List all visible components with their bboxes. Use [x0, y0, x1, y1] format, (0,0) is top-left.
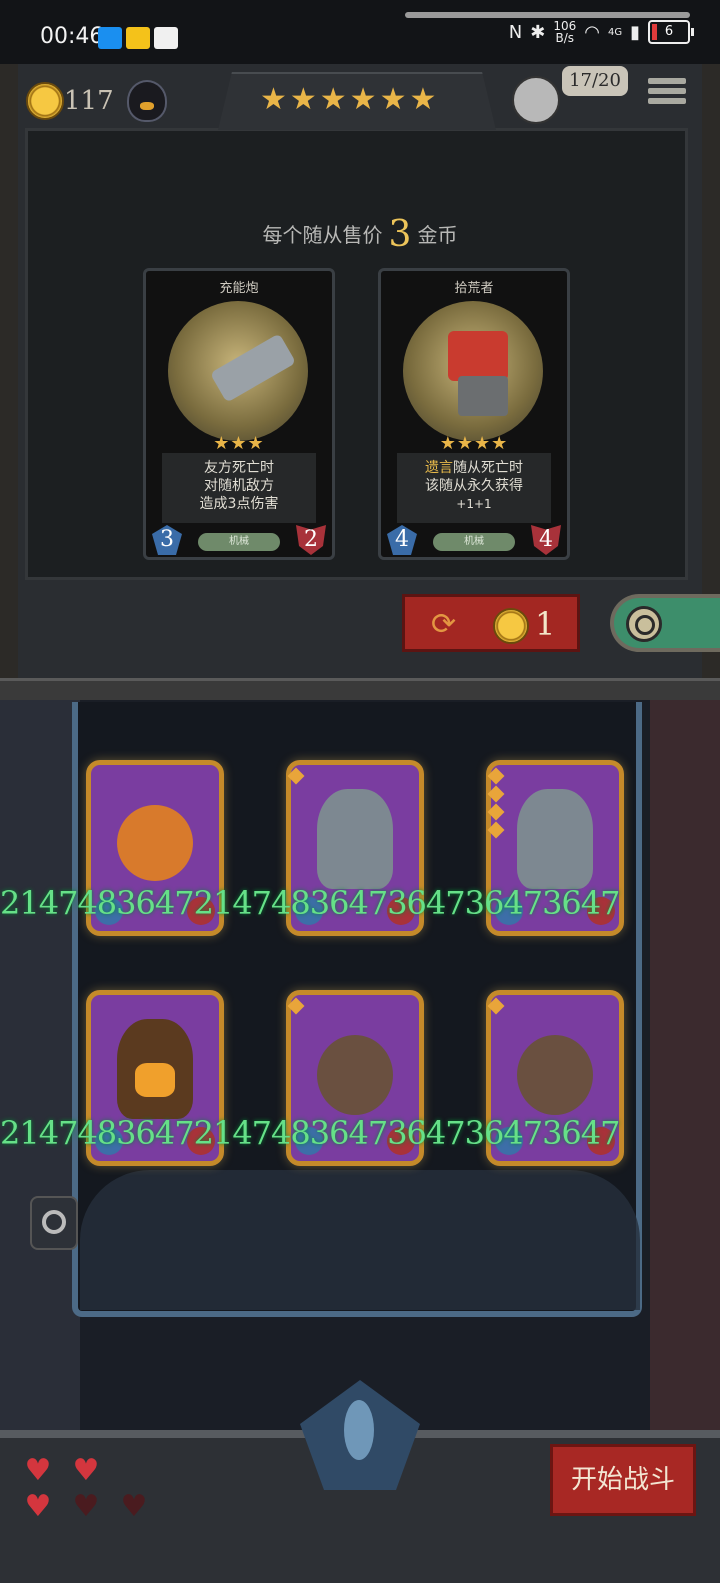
refresh-icon: ⟳ — [431, 607, 457, 642]
heart-full-icon: ♥ — [24, 1453, 52, 1488]
board-wall-left — [0, 700, 80, 1440]
card-health: 4 — [531, 525, 561, 555]
status-bar: 00:46 N ✱ 106 B/s ◠ 4G ▮ 6 — [0, 0, 720, 70]
net-speed: 106 B/s — [553, 20, 576, 44]
menu-icon[interactable] — [648, 74, 686, 112]
demon-minion-art — [317, 789, 393, 889]
signal-icon: ▮ — [630, 21, 640, 43]
player-avatar[interactable] — [512, 76, 560, 124]
card-desc-line: 造成3点伤害 — [199, 496, 279, 512]
card-desc-line: +1+1 — [456, 497, 492, 511]
heart-full-icon: ♥ — [24, 1489, 52, 1524]
nfc-icon: N — [508, 21, 523, 43]
card-name: 充能炮 — [219, 281, 259, 296]
heart-empty-icon: ♥ — [120, 1489, 148, 1524]
board-wall-right — [650, 700, 720, 1440]
card-health: 2 — [296, 525, 326, 555]
wifi-icon: ◠ — [584, 21, 600, 43]
card-tribe-tag: 机械 — [433, 533, 515, 551]
heart-empty-icon: ♥ — [72, 1489, 100, 1524]
caption-text-2: 金币 — [417, 223, 458, 247]
lives: ♥ ♥ ♥ ♥ ♥ — [22, 1456, 162, 1536]
card-attack: 3 — [152, 525, 182, 555]
card-desc-line: 该随从永久获得 — [425, 478, 523, 494]
reroll-cost: 1 — [535, 605, 556, 643]
cloud-decoration — [80, 1170, 640, 1310]
notification-handle[interactable] — [405, 12, 690, 18]
mole-minion-art — [517, 1035, 593, 1115]
board-search-icon[interactable] — [30, 1196, 78, 1250]
signal-label: 4G — [607, 26, 623, 38]
demon-minion-art — [517, 789, 593, 889]
card-desc-line: 随从死亡时 — [453, 460, 523, 476]
tier-stars: ★★★★★★ — [260, 82, 440, 117]
heart-full-icon: ♥ — [72, 1453, 100, 1488]
coin-count: 117 — [64, 86, 114, 116]
mole-minion-art — [317, 1035, 393, 1115]
caption-text-1: 每个随从售价 — [262, 223, 383, 247]
card-desc-line: 对随机敌方 — [204, 478, 274, 494]
hero-bird-icon[interactable] — [127, 80, 167, 122]
board-count-badge: 17/20 — [562, 66, 628, 96]
status-icons: N ✱ 106 B/s ◠ 4G ▮ 6 — [508, 20, 694, 44]
shop-card-charge-cannon[interactable]: 充能炮 ★★★ 友方死亡时 对随机敌方 造成3点伤害 机械 3 2 — [143, 268, 335, 560]
clock: 00:46 — [40, 24, 104, 49]
search-button[interactable] — [610, 594, 720, 652]
cannon-art — [168, 301, 308, 441]
shop-card-scavenger[interactable]: 拾荒者 ★★★★ 遗言随从死亡时 该随从永久获得 +1+1 机械 4 4 — [378, 268, 570, 560]
coin-icon — [26, 82, 64, 120]
deathrattle-keyword: 遗言 — [425, 460, 453, 476]
reroll-button[interactable]: ⟳ 1 — [402, 594, 580, 652]
overflow-stat-text-row2: 21474836472147483647364736473647 — [0, 1114, 620, 1152]
shop-tray — [25, 128, 688, 580]
byd-icon — [154, 27, 178, 49]
net-speed-unit: B/s — [555, 31, 575, 45]
start-battle-button[interactable]: 开始战斗 — [550, 1444, 696, 1516]
app-icon-blue — [98, 27, 122, 49]
card-description: 遗言随从死亡时 该随从永久获得 +1+1 — [397, 453, 551, 523]
unipay-icon — [126, 27, 150, 49]
card-attack: 4 — [387, 525, 417, 555]
tree-minion-art — [117, 1019, 193, 1119]
card-stars: ★★★ — [213, 433, 265, 454]
card-desc-line: 友方死亡时 — [204, 460, 274, 476]
robot-art — [403, 301, 543, 441]
card-description: 友方死亡时 对随机敌方 造成3点伤害 — [162, 453, 316, 523]
coin-icon — [493, 608, 529, 644]
caption-price: 3 — [388, 214, 412, 255]
search-icon — [626, 606, 662, 642]
battery-icon: 6 — [648, 20, 694, 44]
battery-level: 6 — [664, 24, 674, 39]
shop-price-caption: 每个随从售价 3 金币 — [0, 214, 720, 255]
bluetooth-icon: ✱ — [530, 21, 546, 43]
card-tribe-tag: 机械 — [198, 533, 280, 551]
overflow-stat-text-row1: 21474836472147483647364736473647 — [0, 884, 620, 922]
card-stars: ★★★★ — [439, 433, 509, 454]
card-name: 拾荒者 — [454, 281, 494, 296]
pumpkin-minion-art — [117, 805, 193, 881]
